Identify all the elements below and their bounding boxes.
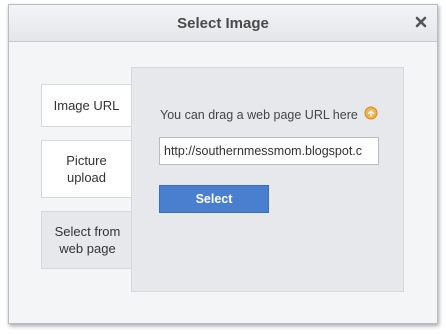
dialog-titlebar: Select Image xyxy=(9,5,437,42)
tab-select-from-web-page[interactable]: Select from web page xyxy=(41,211,133,269)
web-page-url-input[interactable] xyxy=(159,137,379,165)
tab-label: Picture upload xyxy=(66,153,107,185)
tab-panel: You can drag a web page URL here Select xyxy=(131,67,404,292)
drag-hint: You can drag a web page URL here xyxy=(160,106,378,123)
select-image-dialog: Select Image Image URL Picture upload Se… xyxy=(8,4,438,324)
dialog-title: Select Image xyxy=(177,15,269,32)
tab-label: Select from web page xyxy=(54,224,121,256)
tab-picture-upload[interactable]: Picture upload xyxy=(41,140,132,198)
select-button[interactable]: Select xyxy=(159,185,269,213)
tab-label: Image URL xyxy=(53,98,120,113)
tab-image-url[interactable]: Image URL xyxy=(41,84,132,127)
close-icon[interactable] xyxy=(413,14,429,30)
hint-text: You can drag a web page URL here xyxy=(160,107,358,122)
drag-hand-icon xyxy=(364,106,378,123)
